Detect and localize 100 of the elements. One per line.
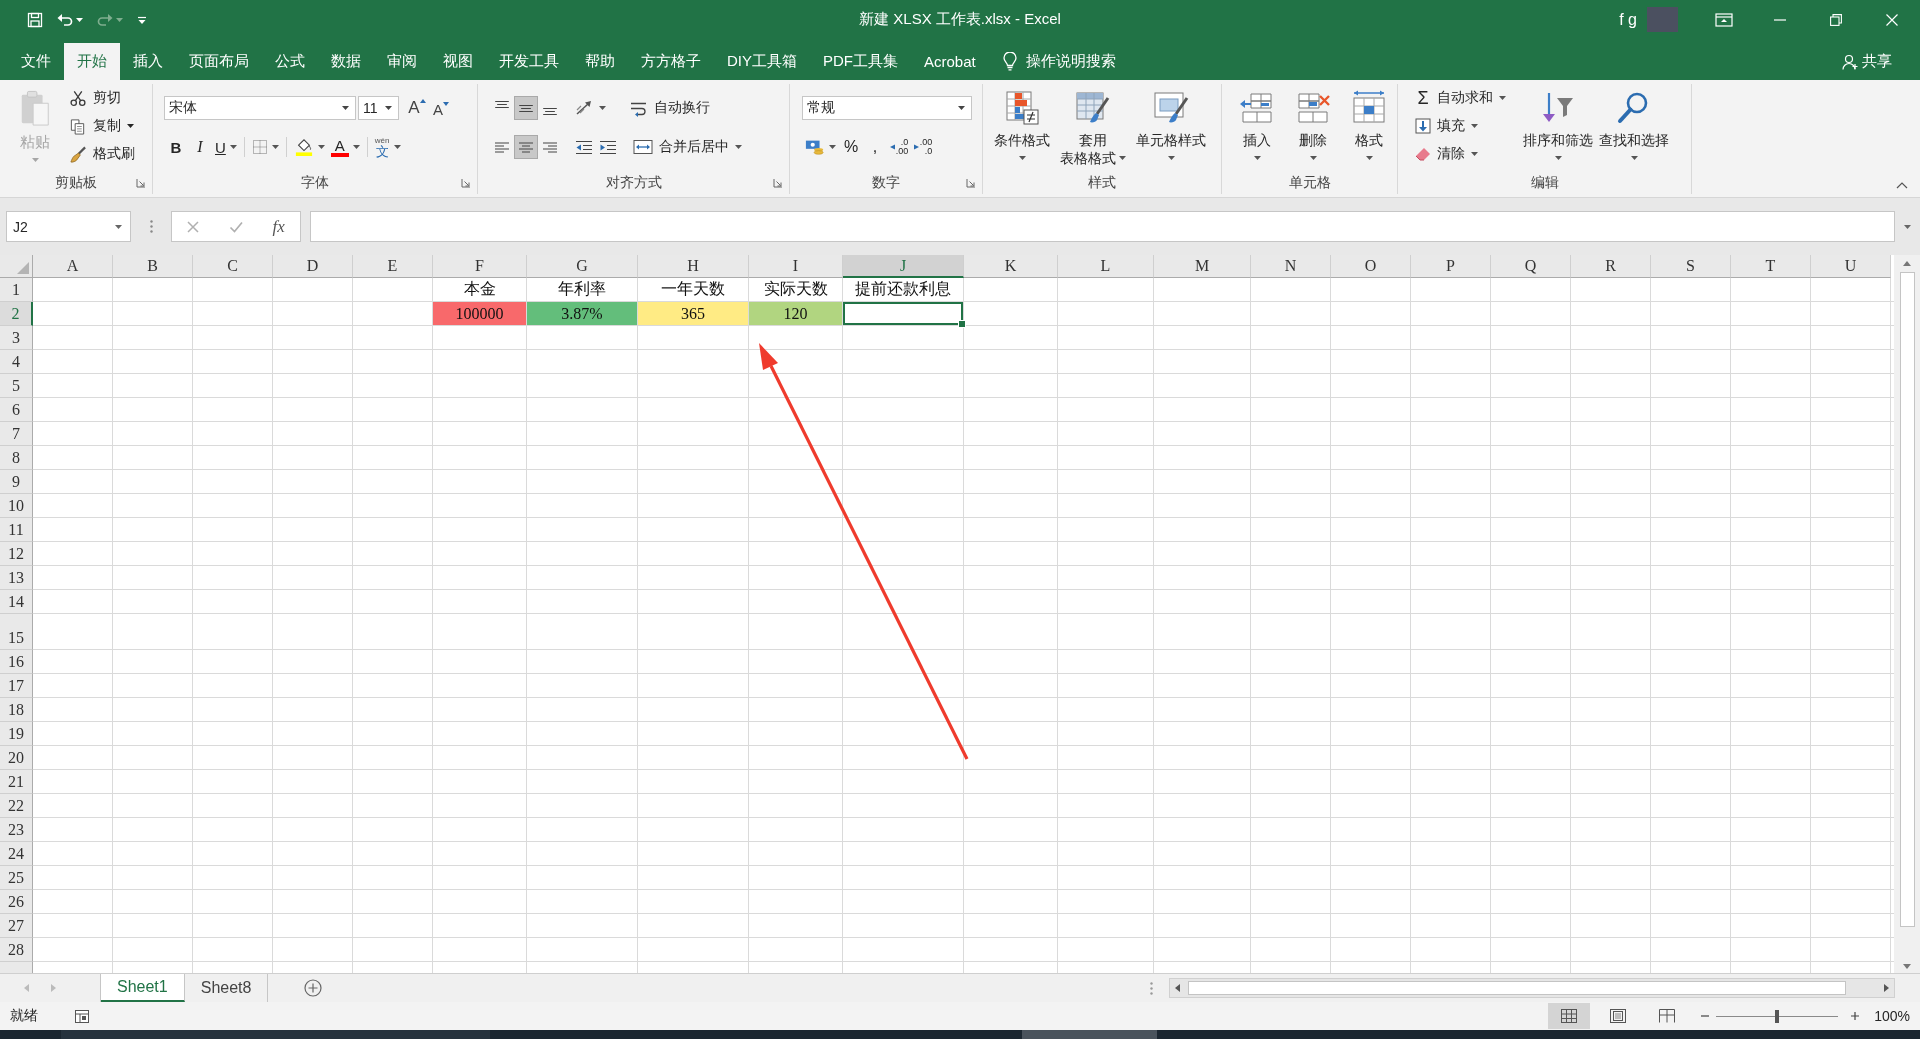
ribbon-tab[interactable]: 视图: [430, 43, 486, 80]
row-header[interactable]: 12: [0, 542, 33, 566]
scrollbar-thumb[interactable]: [1899, 272, 1915, 927]
column-header[interactable]: M: [1154, 255, 1251, 278]
editing-button[interactable]: 清除: [1412, 140, 1520, 168]
zoom-level[interactable]: 100%: [1872, 1008, 1910, 1024]
percent-style-button[interactable]: %: [839, 135, 863, 159]
caret-up-icon[interactable]: [1903, 261, 1911, 266]
column-header[interactable]: T: [1731, 255, 1811, 278]
sheet-icon[interactable]: [75, 1009, 89, 1023]
dialog-launcher-icon[interactable]: [461, 178, 471, 188]
column-header[interactable]: B: [113, 255, 193, 278]
add-icon[interactable]: [304, 979, 323, 997]
fill-handle[interactable]: [958, 320, 966, 328]
italic-button[interactable]: I: [188, 135, 212, 159]
row-header[interactable]: 10: [0, 494, 33, 518]
increase-decimal-button[interactable]: .0 .00: [887, 135, 911, 159]
ribbon-tab[interactable]: 公式: [262, 43, 318, 80]
row-header[interactable]: 4: [0, 350, 33, 374]
ribbon-tab[interactable]: PDF工具集: [810, 43, 911, 80]
row-header[interactable]: 25: [0, 866, 33, 890]
ribbon-tab[interactable]: 插入: [120, 43, 176, 80]
row-header[interactable]: 18: [0, 698, 33, 722]
column-header[interactable]: H: [638, 255, 749, 278]
row-header[interactable]: 3: [0, 326, 33, 350]
ribbon-tab[interactable]: 数据: [318, 43, 374, 80]
copy-button[interactable]: 复制: [66, 112, 138, 140]
vertical-align-button[interactable]: [514, 96, 538, 120]
find-select-button[interactable]: 查找和选择: [1596, 84, 1672, 168]
vertical-scrollbar[interactable]: [1894, 255, 1920, 973]
phonetic-guide-button[interactable]: wén 文: [371, 135, 404, 159]
ribbon-tab[interactable]: 开始: [64, 43, 120, 80]
row-header[interactable]: 9: [0, 470, 33, 494]
font-name-dropdown[interactable]: 宋体: [164, 96, 356, 120]
ribbon-tab[interactable]: Acrobat: [911, 43, 989, 80]
formula-input[interactable]: [310, 211, 1895, 242]
ribbon-tab[interactable]: DIY工具箱: [714, 43, 810, 80]
grip-icon[interactable]: [149, 220, 153, 233]
wrap-text-button[interactable]: 自动换行: [627, 94, 713, 122]
font-color-button[interactable]: A: [327, 135, 363, 159]
bold-button[interactable]: B: [164, 135, 188, 159]
column-header[interactable]: P: [1411, 255, 1491, 278]
row-header[interactable]: 16: [0, 650, 33, 674]
row-header[interactable]: 21: [0, 770, 33, 794]
view-button[interactable]: [1548, 1003, 1590, 1029]
editing-button[interactable]: Σ 自动求和: [1412, 84, 1520, 112]
underline-button[interactable]: U: [212, 135, 240, 159]
merge-center-button[interactable]: 合并后居中: [630, 133, 745, 161]
row-header[interactable]: 14: [0, 590, 33, 614]
ribbon-tab[interactable]: 开发工具: [486, 43, 572, 80]
column-header[interactable]: O: [1331, 255, 1411, 278]
caret-up-icon[interactable]: [1896, 182, 1908, 189]
row-header[interactable]: 23: [0, 818, 33, 842]
dialog-launcher-icon[interactable]: [136, 178, 146, 188]
grip-icon[interactable]: [1150, 981, 1153, 995]
horizontal-scrollbar[interactable]: [1169, 978, 1895, 998]
number-format-dropdown[interactable]: 常规: [802, 96, 972, 120]
insert-function-button[interactable]: fx: [264, 213, 293, 240]
row-header[interactable]: 19: [0, 722, 33, 746]
cells-button[interactable]: 格式: [1348, 84, 1390, 168]
zoom-in-icon[interactable]: [1850, 1011, 1860, 1021]
decrease-font-size-button[interactable]: A: [429, 96, 453, 120]
row-header[interactable]: 28: [0, 938, 33, 962]
cut-button[interactable]: 剪切: [66, 84, 138, 112]
editing-button[interactable]: 填充: [1412, 112, 1520, 140]
column-header[interactable]: Q: [1491, 255, 1571, 278]
column-header[interactable]: L: [1058, 255, 1154, 278]
row-header[interactable]: 6: [0, 398, 33, 422]
row-header[interactable]: 27: [0, 914, 33, 938]
name-box[interactable]: J2: [6, 211, 131, 242]
column-header[interactable]: K: [964, 255, 1058, 278]
row-header[interactable]: 24: [0, 842, 33, 866]
row-header[interactable]: 13: [0, 566, 33, 590]
row-header[interactable]: 1: [0, 278, 33, 302]
row-header[interactable]: 20: [0, 746, 33, 770]
styles-button[interactable]: 条件格式: [991, 84, 1053, 168]
column-header[interactable]: J: [843, 255, 964, 278]
column-header[interactable]: R: [1571, 255, 1651, 278]
row-header[interactable]: 17: [0, 674, 33, 698]
styles-button[interactable]: 套用 表格格式: [1057, 84, 1129, 168]
caret-left-icon[interactable]: [1175, 984, 1180, 992]
format-painter-button[interactable]: 格式刷: [66, 140, 138, 168]
ribbon-tab[interactable]: 方方格子: [628, 43, 714, 80]
row-header[interactable]: 22: [0, 794, 33, 818]
scrollbar-thumb[interactable]: [1188, 981, 1846, 995]
row-header[interactable]: 7: [0, 422, 33, 446]
column-header[interactable]: S: [1651, 255, 1731, 278]
cells-button[interactable]: 删除: [1292, 84, 1334, 168]
row-header[interactable]: 11: [0, 518, 33, 542]
cells-button[interactable]: 插入: [1236, 84, 1278, 168]
caret-right-icon[interactable]: [1884, 984, 1889, 992]
font-size-dropdown[interactable]: 11: [358, 96, 399, 120]
column-header[interactable]: G: [527, 255, 638, 278]
row-header[interactable]: 5: [0, 374, 33, 398]
ribbon-tab[interactable]: 审阅: [374, 43, 430, 80]
ribbon-tab[interactable]: 帮助: [572, 43, 628, 80]
caret-down-icon[interactable]: [1903, 964, 1911, 969]
column-header[interactable]: A: [33, 255, 113, 278]
styles-button[interactable]: 单元格样式: [1133, 84, 1209, 168]
dialog-launcher-icon[interactable]: [966, 178, 976, 188]
